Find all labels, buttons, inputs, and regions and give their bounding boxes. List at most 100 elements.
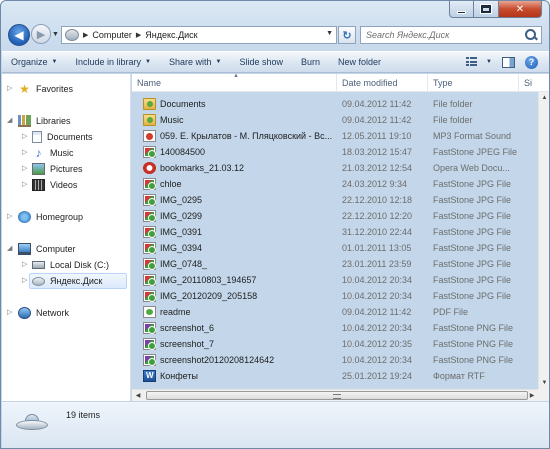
sidebar-item-network[interactable]: Network [18,305,69,321]
sidebar-item-favorites[interactable]: ★ Favorites [18,81,73,97]
expand-arrow-icon[interactable]: ▷ [22,276,27,284]
column-name[interactable]: Name ▲ [132,73,337,92]
file-name-cell[interactable]: Music [143,114,338,126]
column-size[interactable]: Si [519,74,549,92]
file-row[interactable]: IMG_0394 01.01.2011 13:05 FastStone JPG Fi… [132,240,540,256]
column-date-modified[interactable]: Date modified [337,74,428,92]
expand-arrow-icon[interactable]: ▷ [7,308,12,316]
burn-button[interactable]: Burn [292,51,329,73]
file-name-cell[interactable]: 140084500 [143,146,338,158]
sidebar-item-pictures[interactable]: Pictures [32,161,83,177]
forward-button[interactable]: ▶ [31,24,51,44]
sidebar-item-videos[interactable]: Videos [32,177,77,193]
file-row[interactable]: screenshot_6 10.04.2012 20:34 FastStone PN… [132,320,540,336]
file-row[interactable]: bookmarks_21.03.12 21.03.2012 12:54 Opera … [132,160,540,176]
file-name-cell[interactable]: Documents [143,98,338,110]
sidebar-item-homegroup[interactable]: Homegroup [18,209,83,225]
file-name-cell[interactable]: screenshot_7 [143,338,338,350]
organize-menu[interactable]: Organize ▼ [2,51,66,73]
search-icon[interactable] [524,28,538,42]
file-name-cell[interactable]: IMG_0299 [143,210,338,222]
maximize-button[interactable] [474,1,499,18]
pictures-icon [32,163,45,175]
file-name-cell[interactable]: bookmarks_21.03.12 [143,162,338,174]
file-row[interactable]: screenshot_7 10.04.2012 20:35 FastStone PN… [132,336,540,352]
sidebar-item-local-disk[interactable]: Local Disk (C:) [32,257,109,273]
share-with-menu[interactable]: Share with ▼ [160,51,230,73]
file-date-modified: 18.03.2012 15:47 [342,147,413,157]
file-name-cell[interactable]: IMG_0295 [143,194,338,206]
file-name-cell[interactable]: chloe [143,178,338,190]
chevron-right-icon[interactable]: ▶ [136,31,141,39]
breadcrumb-computer[interactable]: Computer [92,30,132,40]
search-input[interactable]: Search Яндекс.Диск [366,30,524,40]
chevron-right-icon[interactable]: ▶ [83,31,88,39]
collapse-arrow-icon[interactable]: ◢ [7,116,12,124]
expand-arrow-icon[interactable]: ▷ [22,164,27,172]
expand-arrow-icon[interactable]: ▷ [22,180,27,188]
include-in-library-menu[interactable]: Include in library ▼ [66,51,159,73]
file-row[interactable]: IMG_0748_ 23.01.2011 23:59 FastStone JPG F… [132,256,540,272]
file-row[interactable]: IMG_0295 22.12.2010 12:18 FastStone JPG Fi… [132,192,540,208]
file-row[interactable]: 140084500 18.03.2012 15:47 FastStone JPEG … [132,144,540,160]
view-options-dropdown-icon[interactable]: ▼ [486,59,492,65]
collapse-arrow-icon[interactable]: ◢ [7,244,12,252]
file-name-cell[interactable]: 059. Е. Крылатов - М. Пляцковский - Вс..… [143,130,338,142]
refresh-button[interactable]: ↻ [338,26,356,44]
sidebar-item-libraries[interactable]: Libraries [18,113,71,129]
file-row[interactable]: Конфеты 25.01.2012 19:24 Формат RTF [132,368,540,384]
sidebar-item-documents[interactable]: Documents [32,129,93,145]
img-file-icon [143,242,156,254]
expand-arrow-icon[interactable]: ▷ [7,84,12,92]
file-name-cell[interactable]: readme [143,306,338,318]
file-name-cell[interactable]: IMG_20110803_194657 [143,274,338,286]
file-row[interactable]: IMG_20120209_205158 10.04.2012 20:34 FastS… [132,288,540,304]
horizontal-scroll-thumb[interactable] [146,391,528,400]
file-row[interactable]: 059. Е. Крылатов - М. Пляцковский - Вс..… [132,128,540,144]
minimize-button[interactable] [449,1,474,18]
expand-arrow-icon[interactable]: ▷ [22,132,27,140]
help-icon[interactable]: ? [525,55,538,69]
file-name-cell[interactable]: screenshot_6 [143,322,338,334]
file-row[interactable]: IMG_0391 31.12.2010 22:44 FastStone JPG Fi… [132,224,540,240]
file-row[interactable]: Music 09.04.2012 11:42 File folder [132,112,540,128]
address-bar[interactable]: ▶ Computer ▶ Яндекс.Диск ▼ [61,26,337,44]
search-box[interactable]: Search Яндекс.Диск [360,26,542,44]
file-name-cell[interactable]: screenshot20120208124642 [143,354,338,366]
vertical-scrollbar[interactable]: ▲ ▼ [538,92,549,389]
preview-pane-icon[interactable] [502,56,515,68]
file-row[interactable]: IMG_20110803_194657 10.04.2012 20:34 FastS… [132,272,540,288]
breadcrumb-yandex-disk[interactable]: Яндекс.Диск [145,30,197,40]
scroll-up-icon[interactable]: ▲ [539,92,549,104]
file-name-cell[interactable]: IMG_0391 [143,226,338,238]
file-row[interactable]: Documents 09.04.2012 11:42 File folder [132,96,540,112]
file-row[interactable]: screenshot20120208124642 10.04.2012 20:34… [132,352,540,368]
expand-arrow-icon[interactable]: ▷ [22,148,27,156]
scroll-right-icon[interactable]: ▶ [526,390,538,401]
expand-arrow-icon[interactable]: ▷ [22,260,27,268]
back-button[interactable]: ◀ [8,24,30,46]
column-type[interactable]: Type [428,74,519,92]
scroll-down-icon[interactable]: ▼ [539,377,549,389]
sidebar-item-music[interactable]: ♪ Music [32,145,74,161]
close-button[interactable]: ✕ [499,1,542,18]
file-row[interactable]: chloe 24.03.2012 9:34 FastStone JPG File [132,176,540,192]
expand-arrow-icon[interactable]: ▷ [7,212,12,220]
recent-pages-dropdown[interactable]: ▼ [52,31,59,38]
address-dropdown-icon[interactable]: ▼ [326,30,333,37]
change-view-icon[interactable] [466,57,478,67]
file-name-cell[interactable]: Конфеты [143,370,338,382]
file-row[interactable]: readme 09.04.2012 11:42 PDF File [132,304,540,320]
file-name-cell[interactable]: IMG_0394 [143,242,338,254]
sidebar-item-yandex-disk[interactable]: Яндекс.Диск [29,273,127,289]
file-type: FastStone JPG File [433,211,512,221]
file-name-cell[interactable]: IMG_0748_ [143,258,338,270]
file-date-modified: 10.04.2012 20:34 [342,323,413,333]
slide-show-button[interactable]: Slide show [230,51,292,73]
new-folder-button[interactable]: New folder [329,51,390,73]
sidebar-item-computer[interactable]: Computer [18,241,76,257]
scroll-left-icon[interactable]: ◀ [132,390,144,401]
file-row[interactable]: IMG_0299 22.12.2010 12:20 FastStone JPG Fi… [132,208,540,224]
file-name-cell[interactable]: IMG_20120209_205158 [143,290,338,302]
horizontal-scrollbar[interactable]: ◀ ▶ [132,389,538,401]
